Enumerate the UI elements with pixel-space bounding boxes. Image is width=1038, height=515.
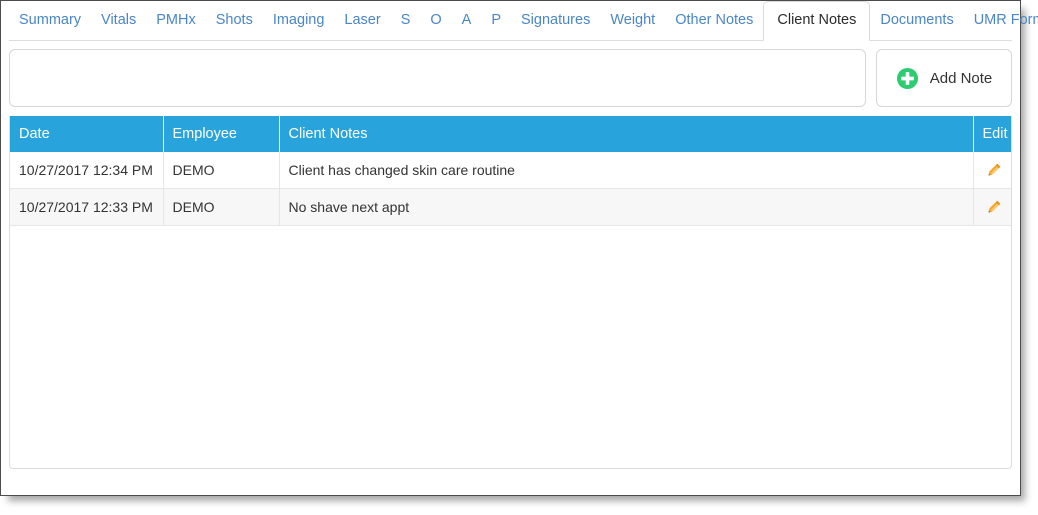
- tab-shots[interactable]: Shots: [206, 1, 263, 41]
- tab-p[interactable]: P: [481, 1, 511, 41]
- client-notes-table: Date Employee Client Notes Edit 10/27/2017 …: [10, 116, 1011, 226]
- tab-summary[interactable]: Summary: [9, 1, 91, 41]
- pencil-icon[interactable]: [983, 196, 1005, 218]
- cell-notes: Client has changed skin care routine: [279, 152, 974, 189]
- client-notes-window: Summary Vitals PMHx Shots Imaging Laser S O A P Si…: [0, 0, 1038, 496]
- table-body: 10/27/2017 12:34 PM DEMO Client has change…: [10, 152, 1011, 226]
- tab-pmhx[interactable]: PMHx: [146, 1, 205, 41]
- table-header-row: Date Employee Client Notes Edit: [10, 116, 1011, 152]
- cell-notes: No shave next appt: [279, 188, 974, 226]
- tab-imaging[interactable]: Imaging: [263, 1, 335, 41]
- column-header-notes[interactable]: Client Notes: [279, 116, 974, 152]
- client-notes-grid: Date Employee Client Notes Edit 10/27/2017 …: [9, 116, 1012, 469]
- tab-client-notes[interactable]: Client Notes: [763, 1, 871, 41]
- tab-signatures[interactable]: Signatures: [511, 1, 600, 41]
- tab-vitals[interactable]: Vitals: [91, 1, 146, 41]
- tab-documents[interactable]: Documents: [870, 1, 963, 41]
- table-head: Date Employee Client Notes Edit: [10, 116, 1011, 152]
- column-header-edit[interactable]: Edit: [973, 116, 1011, 152]
- plus-circle-icon: [896, 67, 919, 90]
- tab-a[interactable]: A: [452, 1, 482, 41]
- filter-panel: [9, 49, 866, 107]
- cell-date: 10/27/2017 12:33 PM: [10, 188, 164, 226]
- toolbar: Add Note: [9, 49, 1012, 107]
- add-note-label: Add Note: [929, 69, 993, 87]
- pencil-icon[interactable]: [983, 159, 1005, 181]
- column-header-date[interactable]: Date: [10, 116, 164, 152]
- cell-edit: [973, 152, 1011, 189]
- table-row[interactable]: 10/27/2017 12:33 PM DEMO No shave next app…: [10, 188, 1011, 226]
- tab-laser[interactable]: Laser: [334, 1, 390, 41]
- tab-s[interactable]: S: [391, 1, 421, 41]
- cell-emp: DEMO: [163, 188, 280, 226]
- cell-edit: [973, 188, 1011, 226]
- add-note-button[interactable]: Add Note: [876, 49, 1012, 107]
- cell-date: 10/27/2017 12:34 PM: [10, 152, 164, 189]
- tab-other-notes[interactable]: Other Notes: [665, 1, 763, 41]
- table-row[interactable]: 10/27/2017 12:34 PM DEMO Client has change…: [10, 152, 1011, 189]
- client-notes-search-input[interactable]: [10, 50, 865, 106]
- tab-content-client-notes: Add Note Date Employee Client Notes Edit 10…: [1, 41, 1020, 477]
- tab-weight[interactable]: Weight: [600, 1, 665, 41]
- tab-o[interactable]: O: [420, 1, 451, 41]
- column-header-emp[interactable]: Employee: [163, 116, 280, 152]
- tab-umr-forms[interactable]: UMR Forms: [964, 1, 1038, 41]
- cell-emp: DEMO: [163, 152, 280, 189]
- tab-bar: Summary Vitals PMHx Shots Imaging Laser S O A P Si…: [1, 1, 1038, 41]
